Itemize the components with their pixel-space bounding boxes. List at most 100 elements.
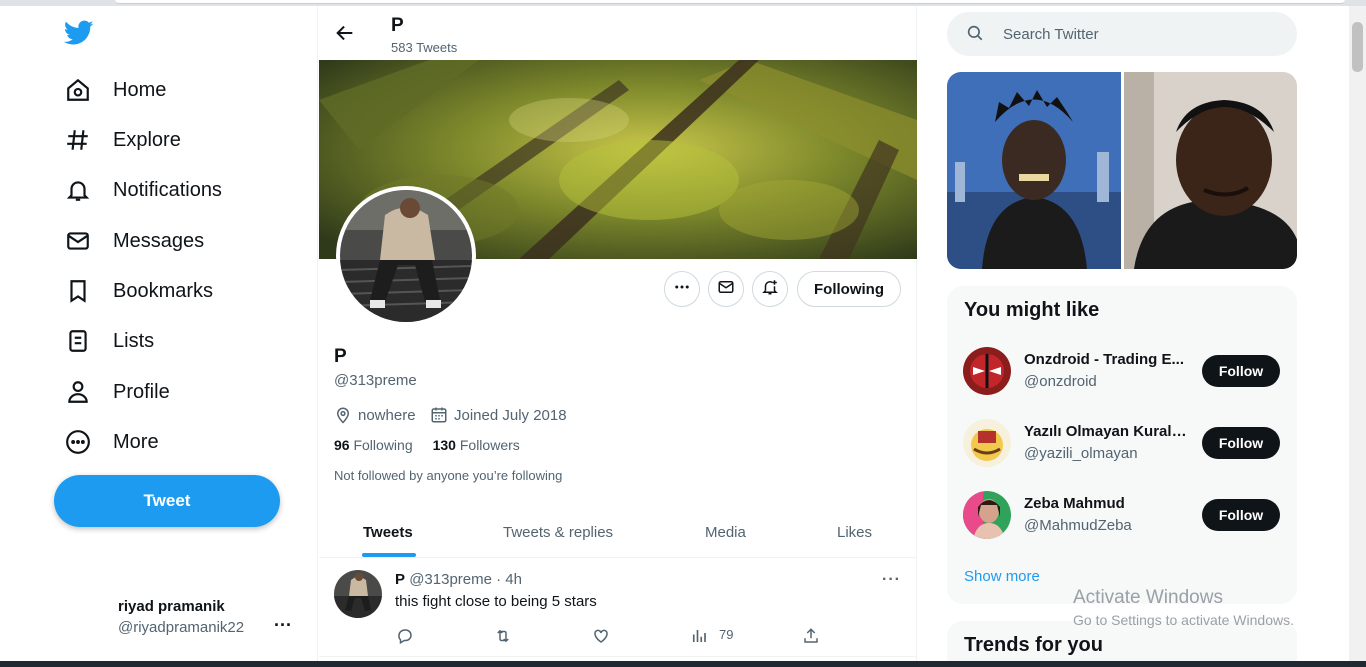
location-pin-icon (334, 406, 352, 424)
back-arrow-icon[interactable] (334, 22, 358, 46)
suggestion-handle: @yazili_olmayan (1024, 445, 1138, 462)
tab-likes[interactable]: Likes (837, 506, 872, 558)
nav-home[interactable]: Home (64, 70, 166, 110)
search-input[interactable] (1003, 25, 1263, 43)
media-preview[interactable] (947, 72, 1297, 269)
watermark-subtitle: Go to Settings to activate Windows. (1073, 612, 1294, 628)
nav-profile[interactable]: Profile (64, 372, 170, 412)
media-image[interactable] (1123, 72, 1297, 269)
nav-label: More (113, 430, 159, 453)
share-icon[interactable] (801, 626, 821, 646)
tweet-meta: @313preme · 4h (409, 571, 522, 588)
suggestion-handle: @MahmudZeba (1024, 517, 1132, 534)
tab-media[interactable]: Media (705, 506, 746, 558)
notify-button[interactable] (752, 271, 788, 307)
page-scrollbar[interactable] (1349, 6, 1366, 661)
hashtag-icon (64, 126, 92, 154)
tweet-button[interactable]: Tweet (54, 475, 280, 527)
profile-column: P 583 Tweets Following P @313preme nowhe… (317, 6, 917, 661)
list-icon (64, 327, 92, 355)
message-button[interactable] (708, 271, 744, 307)
who-to-follow-card: You might like Onzdroid - Trading E... @… (947, 286, 1297, 604)
nav-label: Profile (113, 380, 170, 403)
suggestion-item[interactable]: Zeba Mahmud @MahmudZeba Follow (947, 491, 1297, 563)
nav-label: Lists (113, 329, 155, 352)
show-more-link[interactable]: Show more (964, 568, 1040, 585)
suggestion-handle: @onzdroid (1024, 373, 1097, 390)
nav-label: Explore (113, 128, 181, 151)
more-options-button[interactable] (664, 271, 700, 307)
browser-tab-edge (115, 0, 1345, 4)
nav-notifications[interactable]: Notifications (64, 170, 222, 210)
tab-tweets-replies[interactable]: Tweets & replies (503, 506, 613, 558)
search-icon (966, 24, 986, 44)
profile-joined: Joined July 2018 (430, 406, 567, 424)
card-title: You might like (964, 299, 1100, 321)
profile-handle: @313preme (334, 372, 417, 389)
suggestion-avatar[interactable] (963, 347, 1011, 395)
views-count: 79 (719, 627, 734, 642)
tweet-header: P @313preme · 4h (395, 571, 522, 588)
calendar-icon (430, 406, 448, 424)
account-switcher[interactable]: riyad pramanik @riyadpramanik22 (118, 598, 298, 636)
suggestion-item[interactable]: Yazılı Olmayan Kurallar @yazili_olmayan … (947, 419, 1297, 491)
profile-avatar[interactable] (336, 186, 476, 326)
not-followed-note: Not followed by anyone you’re following (334, 468, 563, 483)
profile-name: P (334, 346, 347, 367)
following-label: Following (353, 437, 413, 453)
header-name: P (391, 15, 404, 36)
tab-tweets[interactable]: Tweets (363, 506, 413, 558)
reply-icon[interactable] (395, 626, 415, 646)
nav-label: Home (113, 78, 167, 101)
profile-location: nowhere (334, 406, 416, 424)
nav-bookmarks[interactable]: Bookmarks (64, 271, 213, 311)
follow-button[interactable]: Follow (1202, 355, 1280, 387)
account-more-icon[interactable]: ... (274, 610, 292, 631)
suggestion-name[interactable]: Onzdroid - Trading E... (1024, 351, 1189, 368)
followers-count: 130 (432, 437, 456, 453)
tweet-author[interactable]: P (395, 571, 405, 588)
twitter-logo-icon[interactable] (63, 20, 98, 50)
more-horizontal-icon (673, 278, 691, 301)
bookmark-icon (64, 277, 92, 305)
tweet-avatar[interactable] (334, 570, 382, 618)
like-icon[interactable] (591, 626, 611, 646)
nav-lists[interactable]: Lists (64, 321, 154, 361)
suggestion-avatar[interactable] (963, 419, 1011, 467)
following-stat[interactable]: 96 Following (334, 437, 413, 453)
suggestion-item[interactable]: Onzdroid - Trading E... @onzdroid Follow (947, 347, 1297, 419)
windows-activation-watermark: Activate Windows Go to Settings to activ… (1073, 587, 1294, 628)
search-bar[interactable] (947, 12, 1297, 56)
nav-label: Bookmarks (113, 279, 214, 302)
envelope-icon (717, 278, 735, 301)
scrollbar-thumb[interactable] (1352, 22, 1363, 72)
more-circle-icon (64, 428, 92, 456)
nav-more[interactable]: More (64, 422, 159, 462)
tweet-more-icon[interactable]: ··· (882, 571, 901, 589)
bell-plus-icon (761, 278, 779, 301)
bell-icon (64, 176, 92, 204)
account-handle: @riyadpramanik22 (118, 619, 245, 636)
follow-stats: 96 Following 130 Followers (334, 437, 520, 453)
nav-label: Notifications (113, 178, 222, 201)
nav-messages[interactable]: Messages (64, 221, 204, 261)
nav-explore[interactable]: Explore (64, 120, 181, 160)
media-image[interactable] (947, 72, 1121, 269)
followers-label: Followers (459, 437, 520, 453)
suggestion-name[interactable]: Zeba Mahmud (1024, 495, 1189, 512)
tweet-text: this fight close to being 5 stars (395, 593, 597, 610)
suggestion-avatar[interactable] (963, 491, 1011, 539)
tweet-item[interactable]: P @313preme · 4h this fight close to bei… (319, 559, 917, 657)
followers-stat[interactable]: 130 Followers (433, 437, 520, 453)
nav-label: Messages (113, 229, 205, 252)
person-icon (64, 378, 92, 406)
watermark-title: Activate Windows (1073, 587, 1223, 608)
envelope-icon (64, 227, 92, 255)
following-count: 96 (334, 437, 350, 453)
follow-button[interactable]: Follow (1202, 499, 1280, 531)
following-button[interactable]: Following (797, 271, 901, 307)
suggestion-name[interactable]: Yazılı Olmayan Kurallar (1024, 423, 1189, 440)
follow-button[interactable]: Follow (1202, 427, 1280, 459)
views-icon[interactable] (689, 626, 709, 646)
retweet-icon[interactable] (493, 626, 513, 646)
